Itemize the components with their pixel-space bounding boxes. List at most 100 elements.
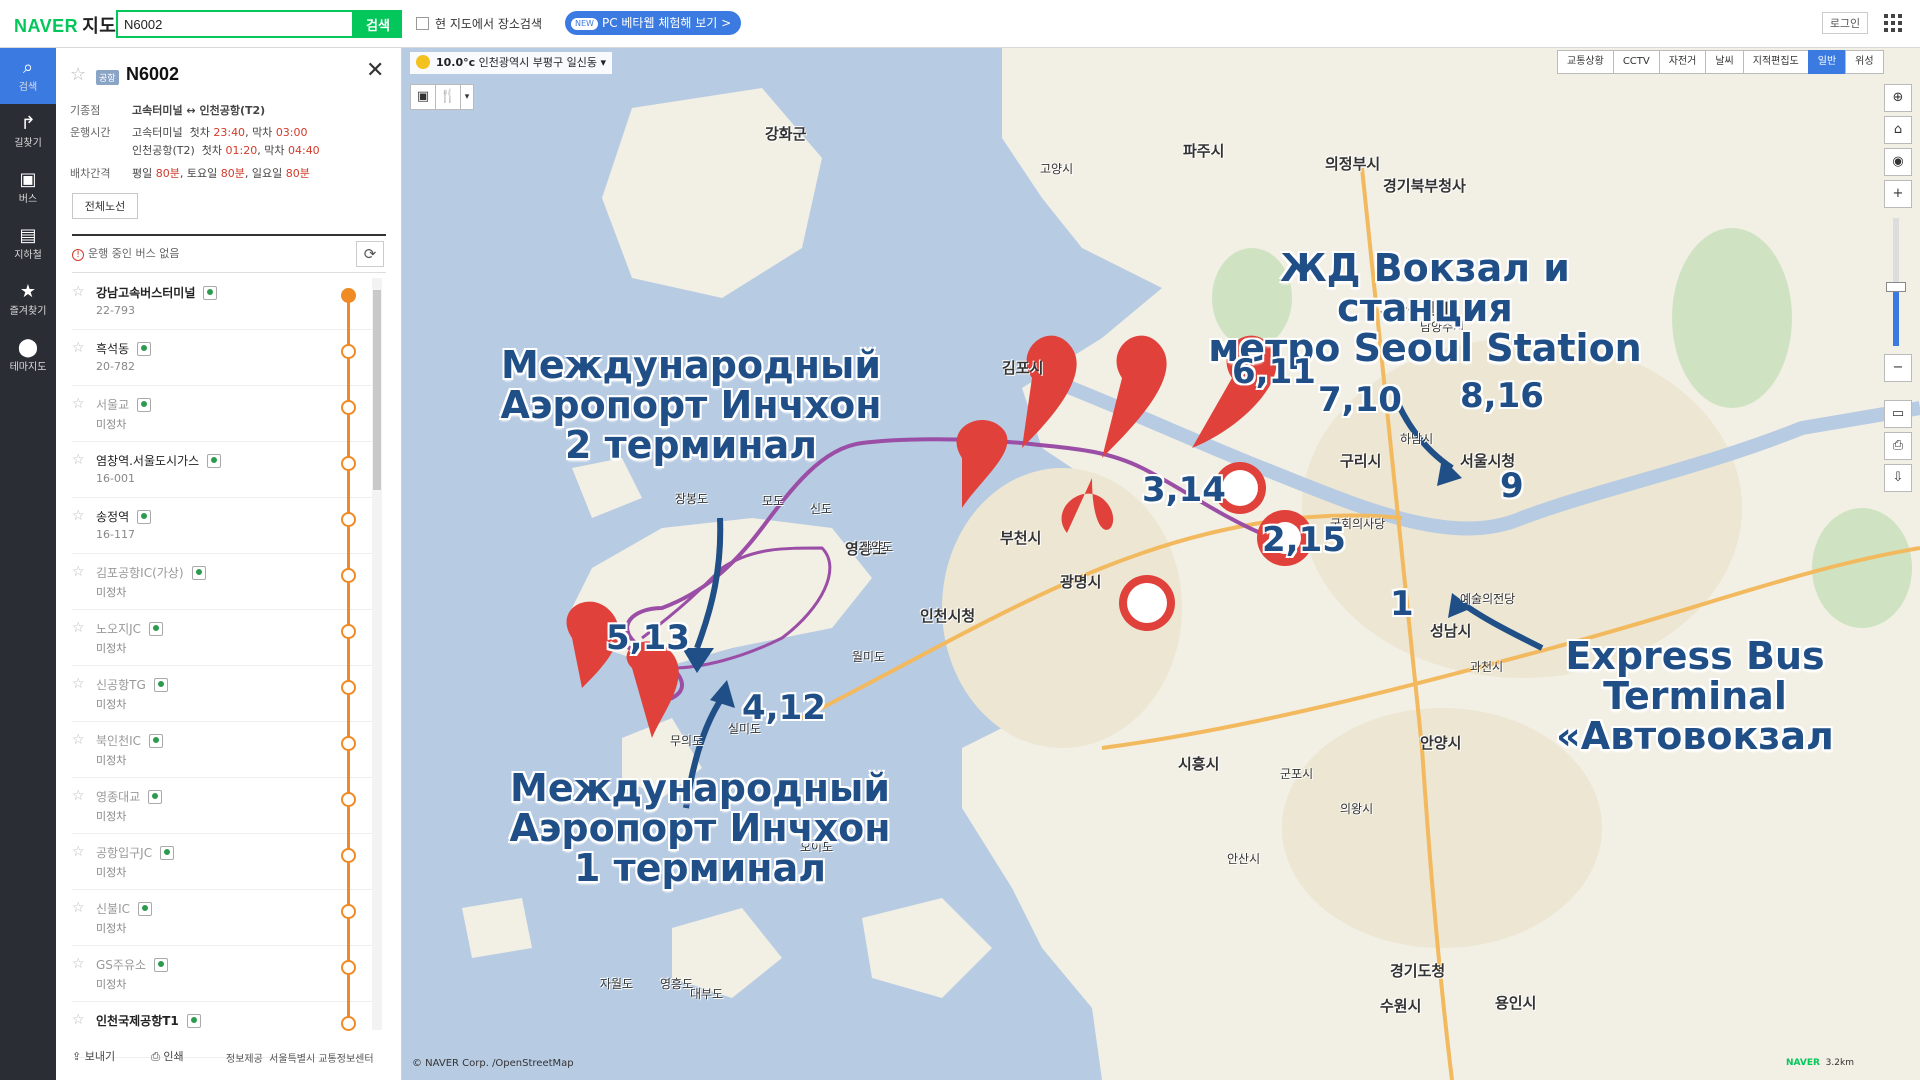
place-label[interactable]: 구리시 [1340,450,1381,471]
map-pin-icon[interactable] [207,454,222,468]
place-label[interactable]: 장봉도 [675,490,708,507]
rail-subway[interactable]: ▤ 지하철 [0,216,56,272]
refresh-button[interactable]: ⟳ [356,241,384,267]
map-pin-icon[interactable] [138,902,152,916]
place-label[interactable]: 신도 [810,500,832,517]
place-label[interactable]: 작약도 [860,538,893,555]
stop-row[interactable]: ☆ 신공항TG 미정차 [72,666,372,722]
zoom-handle[interactable] [1886,282,1906,292]
search-in-map-checkbox[interactable]: 현 지도에서 장소검색 [416,15,542,32]
map-pin-icon[interactable] [203,286,218,300]
stop-row[interactable]: ☆ 김포공항IC(가상) 미정차 [72,554,372,610]
close-icon[interactable]: ✕ [366,58,384,83]
place-label[interactable]: 안산시 [1227,850,1260,867]
rail-bus[interactable]: ▣ 버스 [0,160,56,216]
place-label[interactable]: 부천시 [1000,527,1041,548]
beta-web-link[interactable]: NEW PC 베타웹 체험해 보기 > [565,11,742,35]
map-tab[interactable]: 자전거 [1658,50,1707,74]
place-label[interactable]: 무의도 [670,732,703,749]
favorite-star-icon[interactable]: ☆ [72,508,85,524]
favorite-star-icon[interactable]: ☆ [70,64,86,85]
place-label[interactable]: 하남시 [1400,430,1433,447]
map-tab[interactable]: 위성 [1845,50,1884,74]
stop-row[interactable]: ☆ GS주유소 미정차 [72,946,372,1002]
place-label[interactable]: 경기북부청사 [1383,175,1466,196]
place-label[interactable]: 고양시 [1040,160,1073,177]
map-pin-icon[interactable] [154,958,169,972]
chevron-down-icon[interactable]: ▾ [600,56,606,69]
map-tab[interactable]: CCTV [1612,50,1660,74]
map-tab[interactable]: 지적편집도 [1742,50,1809,74]
place-label[interactable]: 자월도 [600,975,633,992]
pin-icon[interactable]: ◉ [1884,148,1912,176]
naver-map-logo[interactable]: NAVER 지도 [14,12,116,38]
place-label[interactable]: 군포시 [1280,765,1313,782]
map-pin-icon[interactable] [160,846,175,860]
zoom-out-icon[interactable]: − [1884,354,1912,382]
place-label[interactable]: 의정부시 [1325,153,1380,174]
place-label[interactable]: 월미도 [852,648,885,665]
map-pin-icon[interactable] [149,622,164,636]
favorite-star-icon[interactable]: ☆ [72,564,85,580]
stop-row[interactable]: ☆ 영종대교 미정차 [72,778,372,834]
place-label[interactable]: 대부도 [690,985,723,1002]
scrollbar-thumb[interactable] [373,290,381,490]
stop-row[interactable]: ☆ 공항입구JC 미정차 [72,834,372,890]
map-tab[interactable]: 일반 [1807,50,1847,74]
map-tab[interactable]: 날씨 [1705,50,1744,74]
stop-row[interactable]: ☆ 송정역 16-117 [72,498,372,554]
stop-row[interactable]: ☆ 신불IC 미정차 [72,890,372,946]
stop-row[interactable]: ☆ 강남고속버스터미널 22-793 [72,274,372,330]
place-label[interactable]: 파주시 [1183,140,1224,161]
map-pin-icon[interactable] [191,566,206,580]
download-icon[interactable]: ⇩ [1884,464,1912,492]
locate-icon[interactable]: ⊕ [1884,84,1912,112]
stop-row[interactable]: ☆ 노오지JC 미정차 [72,610,372,666]
chevron-down-icon[interactable]: ▾ [460,84,474,110]
place-label[interactable]: 강화군 [765,123,806,144]
print-button[interactable]: ⎙ 인쇄 [151,1050,202,1063]
place-label[interactable]: 안양시 [1420,732,1461,753]
stop-row[interactable]: ☆ 흑석동 20-782 [72,330,372,386]
map-pin-icon[interactable] [137,398,152,412]
favorite-star-icon[interactable]: ☆ [72,732,85,748]
search-input[interactable] [116,10,354,38]
place-label[interactable]: 의왕시 [1340,800,1373,817]
place-label[interactable]: 인천시청 [920,605,975,626]
checkbox-box[interactable] [416,17,429,30]
favorite-star-icon[interactable]: ☆ [72,284,85,300]
apps-grid-icon[interactable] [1884,14,1902,32]
map-pin-icon[interactable] [186,1014,201,1028]
rail-search[interactable]: ⌕ 검색 [0,48,56,104]
pin-1[interactable] [1119,575,1175,631]
stop-row[interactable]: ☆ 염창역.서울도시가스 16-001 [72,442,372,498]
send-button[interactable]: ⇪ 보내기 [72,1050,133,1063]
bus-filter-icon[interactable]: ▣ [410,84,436,110]
favorite-star-icon[interactable]: ☆ [72,788,85,804]
favorite-star-icon[interactable]: ☆ [72,452,85,468]
rail-directions[interactable]: ↱ 길찾기 [0,104,56,160]
stop-row[interactable]: ☆ 서울교 미정차 [72,386,372,442]
login-button[interactable]: 로그인 [1822,12,1868,34]
favorite-star-icon[interactable]: ☆ [72,956,85,972]
place-label[interactable]: 김포시 [1002,357,1043,378]
map-pin-icon[interactable] [148,790,163,804]
map-tab[interactable]: 교통상황 [1557,50,1614,74]
favorite-star-icon[interactable]: ☆ [72,900,85,916]
place-label[interactable]: 수원시 [1380,995,1421,1016]
source-org[interactable]: 서울특별시 교통정보센터 [269,1054,373,1065]
map-pin-icon[interactable] [149,734,164,748]
place-label[interactable]: 시흥시 [1178,753,1219,774]
place-label[interactable]: 예술의전당 [1460,590,1515,607]
full-route-button[interactable]: 전체노선 [72,193,138,219]
print-icon[interactable]: ⎙ [1884,432,1912,460]
place-label[interactable]: 성남시 [1430,620,1471,641]
map-canvas[interactable] [402,48,1920,1080]
place-label[interactable]: 광명시 [1060,571,1101,592]
place-label[interactable]: 영흥도 [660,975,693,992]
rail-favorites[interactable]: ★ 즐겨찾기 [0,272,56,328]
restaurant-icon[interactable]: 🍴 [435,84,461,110]
place-label[interactable]: 경기도청 [1390,960,1445,981]
map-pin-icon[interactable] [153,678,168,692]
zoom-in-icon[interactable]: + [1884,180,1912,208]
